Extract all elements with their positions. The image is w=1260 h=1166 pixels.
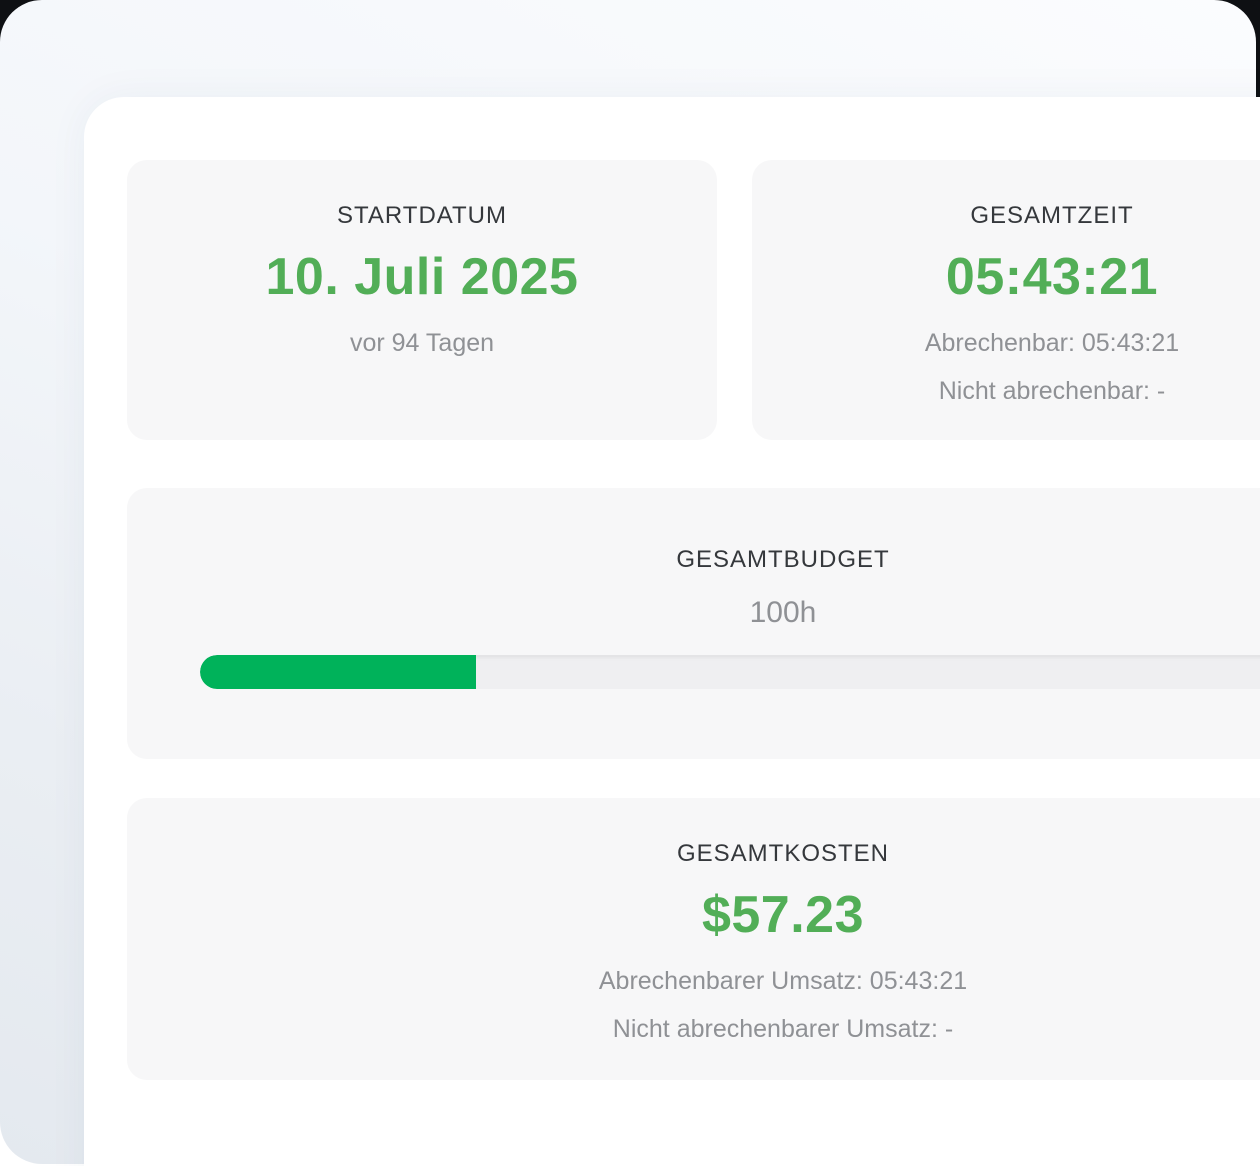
total-time-billable: Abrechenbar: 05:43:21: [925, 328, 1179, 358]
main-panel: STARTDATUM 10. Juli 2025 vor 94 Tagen GE…: [84, 97, 1260, 1166]
start-date-relative: vor 94 Tagen: [350, 328, 494, 358]
total-cost-billable-revenue: Abrechenbarer Umsatz: 05:43:21: [599, 966, 967, 996]
budget-progress-track: [200, 655, 1260, 689]
total-cost-value: $57.23: [702, 884, 864, 946]
budget-progress-fill: [200, 655, 476, 689]
total-time-label: GESAMTZEIT: [970, 198, 1133, 234]
total-budget-label: GESAMTBUDGET: [676, 542, 889, 578]
start-date-card: STARTDATUM 10. Juli 2025 vor 94 Tagen: [127, 160, 717, 440]
total-budget-hours: 100h: [750, 596, 817, 630]
total-time-value: 05:43:21: [946, 246, 1158, 308]
start-date-value: 10. Juli 2025: [266, 246, 579, 308]
total-cost-card: GESAMTKOSTEN $57.23 Abrechenbarer Umsatz…: [127, 798, 1260, 1080]
total-time-card: GESAMTZEIT 05:43:21 Abrechenbar: 05:43:2…: [752, 160, 1260, 440]
total-cost-non-billable-revenue: Nicht abrechenbarer Umsatz: -: [613, 1014, 953, 1044]
total-cost-label: GESAMTKOSTEN: [677, 836, 889, 872]
total-budget-card: GESAMTBUDGET 100h: [127, 488, 1260, 759]
start-date-label: STARTDATUM: [337, 198, 507, 234]
app-viewport: STARTDATUM 10. Juli 2025 vor 94 Tagen GE…: [0, 0, 1260, 1166]
total-time-non-billable: Nicht abrechenbar: -: [939, 376, 1166, 406]
